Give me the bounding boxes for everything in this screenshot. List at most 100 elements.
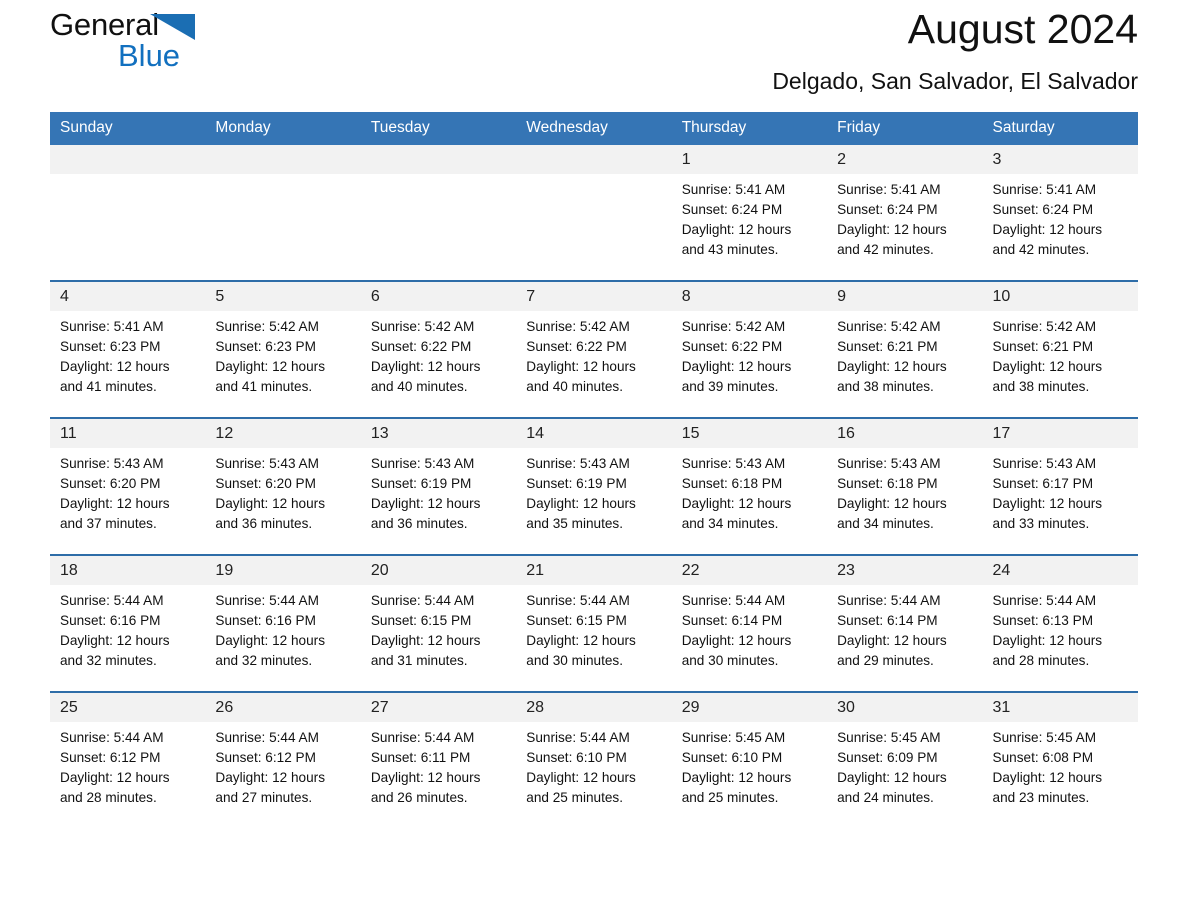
day-cell[interactable]: 31 Sunrise: 5:45 AM Sunset: 6:08 PM Dayligh… xyxy=(982,693,1138,828)
day-number: 6 xyxy=(360,282,517,311)
daylight-text: Daylight: 12 hours xyxy=(526,770,636,785)
day-number: 26 xyxy=(205,693,361,722)
daylight-text: Daylight: 12 hours xyxy=(526,359,636,374)
daylight-text: Daylight: 12 hours xyxy=(215,770,325,785)
sunset-text: Sunset: 6:22 PM xyxy=(370,339,472,354)
day-cell[interactable]: 9 Sunrise: 5:42 AM Sunset: 6:21 PM Daylight… xyxy=(827,282,983,417)
sunset-text: Sunset: 6:23 PM xyxy=(215,339,316,354)
day-number: 17 xyxy=(982,419,1138,448)
day-cell[interactable]: 2 Sunrise: 5:41 AM Sunset: 6:24 PM Daylight… xyxy=(827,145,983,280)
day-number: 2 xyxy=(827,145,983,174)
sunrise-text: Sunrise: 5:44 AM xyxy=(681,593,786,608)
day-cell[interactable]: 29 Sunrise: 5:45 AM Sunset: 6:10 PM Dayligh… xyxy=(671,693,828,828)
daylight-text: Daylight: 12 hours xyxy=(992,770,1103,785)
sunset-text: Sunset: 6:19 PM xyxy=(370,476,472,491)
daylight-text: Daylight: 12 hours xyxy=(992,633,1103,648)
calendar-cell: 6 Sunrise: 5:42 AM Sunset: 6:22 PM Daylight… xyxy=(360,280,517,418)
day-cell[interactable]: 21 Sunrise: 5:44 AM Sunset: 6:15 PM Dayligh… xyxy=(516,556,672,691)
sunset-text: Sunset: 6:10 PM xyxy=(681,750,783,765)
calendar-cell: 29 Sunrise: 5:45 AM Sunset: 6:10 PM Dayligh… xyxy=(671,691,828,828)
day-cell[interactable]: 5 Sunrise: 5:42 AM Sunset: 6:23 PM Daylight… xyxy=(205,282,361,417)
calendar-cell: 1 Sunrise: 5:41 AM Sunset: 6:24 PM Daylight… xyxy=(671,145,828,281)
day-cell[interactable]: 15 Sunrise: 5:43 AM Sunset: 6:18 PM Dayligh… xyxy=(671,419,828,554)
daylight-text: and 42 minutes. xyxy=(837,242,934,257)
daylight-text: and 29 minutes. xyxy=(837,653,934,668)
calendar-cell: 8 Sunrise: 5:42 AM Sunset: 6:22 PM Daylight… xyxy=(671,280,828,418)
day-cell[interactable]: 26 Sunrise: 5:44 AM Sunset: 6:12 PM Dayligh… xyxy=(205,693,361,828)
day-cell[interactable]: 7 Sunrise: 5:42 AM Sunset: 6:22 PM Daylight… xyxy=(516,282,672,417)
sunrise-text: Sunrise: 5:41 AM xyxy=(60,319,164,334)
daylight-text: and 43 minutes. xyxy=(681,242,779,257)
day-info: Sunrise: 5:41 AM Sunset: 6:24 PM Daylight:… xyxy=(983,174,1138,260)
day-cell[interactable]: 27 Sunrise: 5:44 AM Sunset: 6:11 PM Dayligh… xyxy=(360,693,517,828)
day-number xyxy=(205,145,361,174)
calendar-cell: 14 Sunrise: 5:43 AM Sunset: 6:19 PM Dayligh… xyxy=(516,417,672,555)
day-cell[interactable]: 19 Sunrise: 5:44 AM Sunset: 6:16 PM Dayligh… xyxy=(205,556,361,691)
day-cell[interactable]: 11 Sunrise: 5:43 AM Sunset: 6:20 PM Dayligh… xyxy=(50,419,206,554)
day-cell[interactable]: 17 Sunrise: 5:43 AM Sunset: 6:17 PM Dayligh… xyxy=(982,419,1138,554)
day-cell[interactable]: 18 Sunrise: 5:44 AM Sunset: 6:16 PM Dayligh… xyxy=(50,556,206,691)
daylight-text: and 25 minutes. xyxy=(526,790,623,805)
day-cell[interactable]: 25 Sunrise: 5:44 AM Sunset: 6:12 PM Dayligh… xyxy=(50,693,206,828)
day-number: 16 xyxy=(827,419,983,448)
day-cell[interactable]: 12 Sunrise: 5:43 AM Sunset: 6:20 PM Dayligh… xyxy=(205,419,361,554)
day-info: Sunrise: 5:45 AM Sunset: 6:08 PM Daylight:… xyxy=(983,722,1138,808)
sunset-text: Sunset: 6:21 PM xyxy=(992,339,1094,354)
day-cell[interactable]: 22 Sunrise: 5:44 AM Sunset: 6:14 PM Dayligh… xyxy=(671,556,828,691)
calendar-cell: 31 Sunrise: 5:45 AM Sunset: 6:08 PM Dayligh… xyxy=(982,691,1138,828)
daylight-text: and 25 minutes. xyxy=(681,790,779,805)
daylight-text: Daylight: 12 hours xyxy=(370,359,481,374)
sunrise-text: Sunrise: 5:44 AM xyxy=(526,730,630,745)
day-cell[interactable]: 30 Sunrise: 5:45 AM Sunset: 6:09 PM Dayligh… xyxy=(827,693,983,828)
calendar-cell: 26 Sunrise: 5:44 AM Sunset: 6:12 PM Dayligh… xyxy=(205,691,361,828)
sunrise-text: Sunrise: 5:45 AM xyxy=(681,730,786,745)
day-cell[interactable]: 13 Sunrise: 5:43 AM Sunset: 6:19 PM Dayligh… xyxy=(360,419,517,554)
sunset-text: Sunset: 6:14 PM xyxy=(837,613,938,628)
calendar-cell: 30 Sunrise: 5:45 AM Sunset: 6:09 PM Dayligh… xyxy=(827,691,983,828)
triangle-logo-icon xyxy=(150,14,195,40)
day-info: Sunrise: 5:44 AM Sunset: 6:16 PM Daylight:… xyxy=(50,585,205,671)
calendar-cell: 17 Sunrise: 5:43 AM Sunset: 6:17 PM Dayligh… xyxy=(982,417,1138,555)
sunrise-text: Sunrise: 5:43 AM xyxy=(60,456,164,471)
sunset-text: Sunset: 6:15 PM xyxy=(526,613,627,628)
daylight-text: and 23 minutes. xyxy=(992,790,1090,805)
day-cell[interactable]: 3 Sunrise: 5:41 AM Sunset: 6:24 PM Daylight… xyxy=(982,145,1138,280)
sunrise-text: Sunrise: 5:44 AM xyxy=(370,593,475,608)
day-cell[interactable]: 1 Sunrise: 5:41 AM Sunset: 6:24 PM Daylight… xyxy=(671,145,828,280)
day-number: 24 xyxy=(982,556,1138,585)
calendar-cell: 7 Sunrise: 5:42 AM Sunset: 6:22 PM Daylight… xyxy=(516,280,672,418)
sunset-text: Sunset: 6:12 PM xyxy=(215,750,316,765)
daylight-text: and 31 minutes. xyxy=(370,653,468,668)
day-info: Sunrise: 5:44 AM Sunset: 6:13 PM Daylight:… xyxy=(983,585,1138,671)
day-info: Sunrise: 5:41 AM Sunset: 6:24 PM Daylight:… xyxy=(827,174,982,260)
calendar-body: 1 Sunrise: 5:41 AM Sunset: 6:24 PM Daylight… xyxy=(50,145,1138,828)
day-cell[interactable]: 14 Sunrise: 5:43 AM Sunset: 6:19 PM Dayligh… xyxy=(516,419,672,554)
day-cell[interactable]: 23 Sunrise: 5:44 AM Sunset: 6:14 PM Dayligh… xyxy=(827,556,983,691)
day-number: 21 xyxy=(516,556,672,585)
daylight-text: and 37 minutes. xyxy=(60,516,157,531)
day-number: 11 xyxy=(50,419,206,448)
sunrise-text: Sunrise: 5:43 AM xyxy=(681,456,786,471)
day-info: Sunrise: 5:42 AM Sunset: 6:22 PM Daylight:… xyxy=(361,311,516,397)
day-info: Sunrise: 5:42 AM Sunset: 6:23 PM Daylight:… xyxy=(205,311,360,397)
day-cell[interactable]: 6 Sunrise: 5:42 AM Sunset: 6:22 PM Daylight… xyxy=(360,282,517,417)
day-cell[interactable]: 16 Sunrise: 5:43 AM Sunset: 6:18 PM Dayligh… xyxy=(827,419,983,554)
day-cell[interactable]: 24 Sunrise: 5:44 AM Sunset: 6:13 PM Dayligh… xyxy=(982,556,1138,691)
sunset-text: Sunset: 6:11 PM xyxy=(370,750,471,765)
day-cell[interactable]: 8 Sunrise: 5:42 AM Sunset: 6:22 PM Daylight… xyxy=(671,282,828,417)
sunset-text: Sunset: 6:24 PM xyxy=(992,202,1094,217)
day-number: 4 xyxy=(50,282,206,311)
day-cell[interactable]: 10 Sunrise: 5:42 AM Sunset: 6:21 PM Dayligh… xyxy=(982,282,1138,417)
brand-logo[interactable]: General Blue xyxy=(50,8,230,80)
daylight-text: Daylight: 12 hours xyxy=(370,496,481,511)
day-number: 23 xyxy=(827,556,983,585)
daylight-text: and 24 minutes. xyxy=(837,790,934,805)
day-cell[interactable]: 28 Sunrise: 5:44 AM Sunset: 6:10 PM Dayligh… xyxy=(516,693,672,828)
sunset-text: Sunset: 6:09 PM xyxy=(837,750,938,765)
calendar-cell: 25 Sunrise: 5:44 AM Sunset: 6:12 PM Dayligh… xyxy=(50,691,206,828)
sunrise-text: Sunrise: 5:41 AM xyxy=(992,182,1097,197)
day-cell[interactable]: 4 Sunrise: 5:41 AM Sunset: 6:23 PM Daylight… xyxy=(50,282,206,417)
day-cell-empty xyxy=(516,145,672,280)
day-number: 10 xyxy=(982,282,1138,311)
day-cell[interactable]: 20 Sunrise: 5:44 AM Sunset: 6:15 PM Dayligh… xyxy=(360,556,517,691)
